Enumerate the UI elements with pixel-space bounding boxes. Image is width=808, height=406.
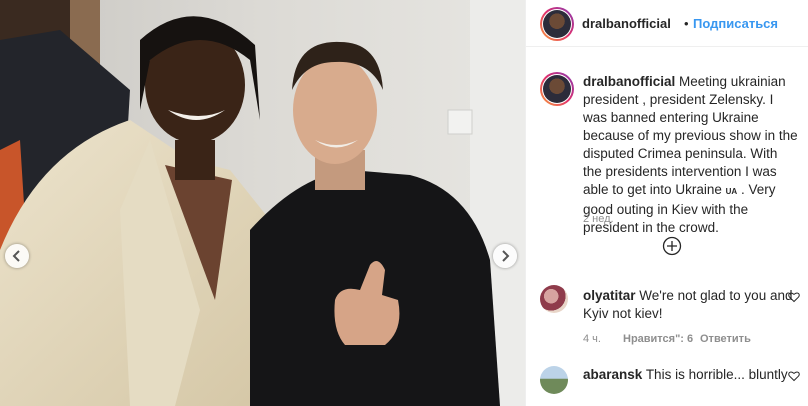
caption-username[interactable]: dralbanofficial bbox=[583, 74, 675, 89]
comment-text-2: This is horrible... bluntly bbox=[645, 367, 788, 382]
post-header: dralbanofficial • Подписаться bbox=[526, 0, 808, 47]
heart-icon[interactable] bbox=[788, 291, 800, 303]
comment-username[interactable]: olyatitar bbox=[583, 288, 636, 303]
caption-time[interactable]: 2 нед. bbox=[583, 213, 614, 225]
flag-emoji: UA bbox=[725, 187, 738, 196]
commenter-avatar-2[interactable] bbox=[540, 366, 568, 394]
chevron-right-icon bbox=[502, 250, 510, 262]
author-avatar[interactable] bbox=[540, 7, 574, 41]
caption-text: Meeting ukrainian president , president … bbox=[583, 74, 798, 197]
carousel-next-button[interactable] bbox=[493, 244, 517, 268]
separator-dot: • bbox=[684, 16, 689, 31]
photo-image bbox=[0, 0, 525, 406]
post-caption: dralbanofficial Meeting ukrainian presid… bbox=[583, 73, 798, 237]
carousel-prev-button[interactable] bbox=[5, 244, 29, 268]
comment-item-2: abaransk This is horrible... bluntly bbox=[583, 366, 793, 384]
heart-icon-2[interactable] bbox=[788, 370, 800, 382]
plus-circle-icon[interactable] bbox=[662, 236, 682, 256]
commenter-avatar[interactable] bbox=[540, 285, 568, 313]
follow-button[interactable]: Подписаться bbox=[693, 16, 778, 31]
caption-avatar[interactable] bbox=[540, 72, 574, 106]
post-photo[interactable] bbox=[0, 0, 525, 406]
comment-time[interactable]: 4 ч. bbox=[583, 333, 601, 345]
comment-item: olyatitar We're not glad to you and Kyiv… bbox=[583, 287, 793, 323]
reply-button[interactable]: Ответить bbox=[700, 333, 751, 345]
comment-username-2[interactable]: abaransk bbox=[583, 367, 642, 382]
chevron-left-icon bbox=[12, 250, 20, 262]
author-username[interactable]: dralbanofficial bbox=[582, 16, 671, 31]
post-sidebar: dralbanofficial • Подписаться dralbanoff… bbox=[525, 0, 808, 406]
comment-likes[interactable]: Нравится": 6 bbox=[623, 333, 693, 345]
